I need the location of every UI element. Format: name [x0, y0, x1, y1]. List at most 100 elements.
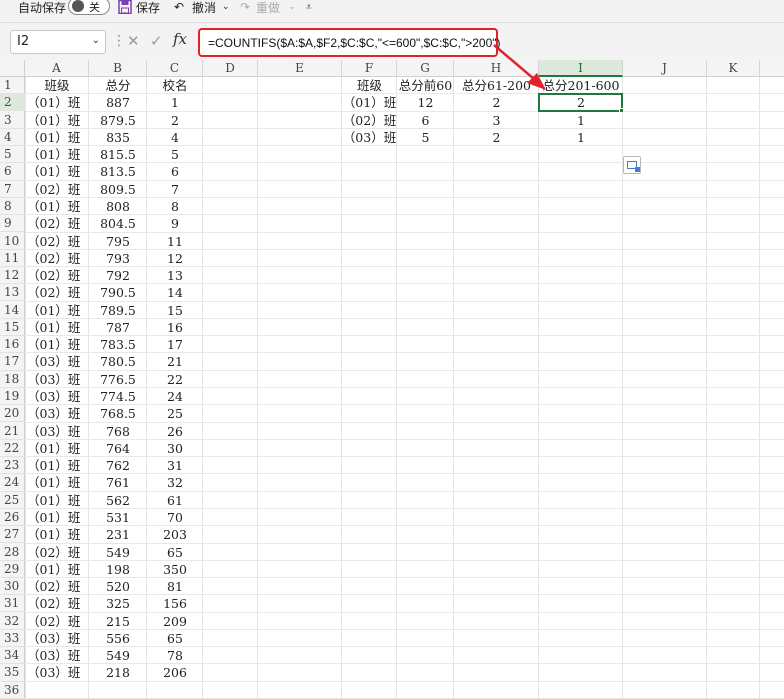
summary-count-cell[interactable]: 5 — [397, 129, 454, 146]
rank-cell[interactable]: 12 — [147, 250, 203, 267]
class-cell[interactable]: （02）班 — [25, 284, 89, 301]
score-cell[interactable]: 761 — [89, 474, 147, 491]
score-cell[interactable]: 780.5 — [89, 353, 147, 370]
column-header-c[interactable]: C — [147, 60, 203, 77]
rank-cell[interactable]: 5 — [147, 146, 203, 163]
class-cell[interactable]: （01）班 — [25, 302, 89, 319]
score-cell[interactable]: 231 — [89, 526, 147, 543]
rank-cell[interactable]: 9 — [147, 215, 203, 232]
summary-class-cell[interactable]: （03）班 — [342, 129, 397, 146]
score-cell[interactable]: 887 — [89, 94, 147, 111]
score-cell[interactable]: 813.5 — [89, 163, 147, 180]
summary-count-cell[interactable]: 1 — [539, 129, 623, 146]
class-cell[interactable]: （01）班 — [25, 146, 89, 163]
more-options-icon[interactable]: ⋮ — [112, 33, 126, 49]
class-cell[interactable]: （02）班 — [25, 215, 89, 232]
row-header[interactable]: 12 — [0, 267, 25, 285]
score-cell[interactable]: 879.5 — [89, 112, 147, 129]
rank-cell[interactable]: 8 — [147, 198, 203, 215]
row-header[interactable]: 14 — [0, 302, 25, 319]
row-header[interactable]: 32 — [0, 613, 25, 630]
row-header[interactable]: 7 — [0, 181, 25, 198]
row-header[interactable]: 5 — [0, 146, 25, 164]
column-header-b[interactable]: B — [89, 60, 147, 77]
confirm-check-icon[interactable]: ✓ — [150, 32, 163, 50]
rank-cell[interactable]: 32 — [147, 474, 203, 491]
redo-icon[interactable]: ↷ — [240, 0, 250, 14]
rank-cell[interactable]: 2 — [147, 112, 203, 129]
worksheet-grid[interactable]: ABCDEFGHIJK 1 2 3 4 5 6 7 8 9 10 11 12 13 14 15 16 17 18 1… — [0, 60, 784, 699]
cell-area[interactable]: 班级 总分 校名 （01）班 887 1 （01）班 879.5 2 （01）班 835 4 （01）班… — [25, 77, 784, 699]
score-cell[interactable]: 789.5 — [89, 302, 147, 319]
rank-cell[interactable]: 1 — [147, 94, 203, 111]
class-cell[interactable]: （01）班 — [25, 319, 89, 336]
score-cell[interactable]: 556 — [89, 630, 147, 647]
class-cell[interactable]: （01）班 — [25, 336, 89, 353]
rank-cell[interactable]: 156 — [147, 595, 203, 612]
rank-cell[interactable]: 81 — [147, 578, 203, 595]
class-cell[interactable]: （03）班 — [25, 630, 89, 647]
chevron-down-icon[interactable]: ⌄ — [92, 35, 100, 46]
row-header[interactable]: 13 — [0, 284, 25, 302]
column-header-j[interactable]: J — [623, 60, 707, 77]
rank-cell[interactable]: 78 — [147, 647, 203, 664]
undo-button[interactable]: 撤消 — [192, 0, 216, 15]
row-header[interactable]: 30 — [0, 578, 25, 596]
row-header[interactable]: 29 — [0, 561, 25, 578]
insert-function-icon[interactable]: fx — [173, 30, 187, 48]
class-cell[interactable]: （03）班 — [25, 647, 89, 664]
summary-header-cell[interactable]: 总分61-200 — [454, 77, 539, 94]
row-header[interactable]: 21 — [0, 423, 25, 440]
class-cell[interactable]: （03）班 — [25, 405, 89, 422]
row-header[interactable]: 3 — [0, 112, 25, 129]
class-cell[interactable]: （03）班 — [25, 423, 89, 440]
rank-cell[interactable]: 17 — [147, 336, 203, 353]
row-header[interactable]: 20 — [0, 405, 25, 423]
row-header[interactable]: 28 — [0, 544, 25, 561]
class-cell[interactable]: （02）班 — [25, 578, 89, 595]
rank-cell[interactable]: 6 — [147, 163, 203, 180]
row-header[interactable]: 33 — [0, 630, 25, 647]
score-cell[interactable]: 531 — [89, 509, 147, 526]
score-cell[interactable]: 793 — [89, 250, 147, 267]
score-cell[interactable]: 809.5 — [89, 181, 147, 198]
class-cell[interactable]: （01）班 — [25, 198, 89, 215]
summary-count-cell[interactable]: 12 — [397, 94, 454, 111]
score-cell[interactable]: 792 — [89, 267, 147, 284]
summary-header-cell[interactable]: 班级 — [342, 77, 397, 94]
class-cell[interactable]: （03）班 — [25, 388, 89, 405]
summary-class-cell[interactable]: （01）班 — [342, 94, 397, 111]
save-icon[interactable] — [118, 0, 132, 14]
class-cell[interactable]: （02）班 — [25, 595, 89, 612]
score-cell[interactable]: 325 — [89, 595, 147, 612]
redo-dropdown-chevron-icon[interactable]: ⌄ — [288, 0, 296, 14]
cancel-icon[interactable]: ✕ — [127, 32, 140, 50]
row-header[interactable]: 24 — [0, 474, 25, 492]
row-header[interactable]: 9 — [0, 215, 25, 233]
summary-header-cell[interactable]: 总分201-600 — [539, 77, 623, 94]
class-cell[interactable]: （01）班 — [25, 163, 89, 180]
rank-cell[interactable]: 4 — [147, 129, 203, 146]
score-cell[interactable]: 787 — [89, 319, 147, 336]
rank-cell[interactable]: 65 — [147, 630, 203, 647]
class-cell[interactable]: （03）班 — [25, 353, 89, 370]
rank-cell[interactable]: 206 — [147, 664, 203, 681]
score-cell[interactable]: 764 — [89, 440, 147, 457]
column-title-cell[interactable]: 校名 — [147, 77, 203, 94]
class-cell[interactable]: （01）班 — [25, 526, 89, 543]
undo-icon[interactable]: ↶ — [174, 0, 184, 14]
rank-cell[interactable]: 13 — [147, 267, 203, 284]
row-header[interactable]: 31 — [0, 595, 25, 613]
score-cell[interactable]: 815.5 — [89, 146, 147, 163]
score-cell[interactable]: 520 — [89, 578, 147, 595]
score-cell[interactable]: 774.5 — [89, 388, 147, 405]
class-cell[interactable]: （03）班 — [25, 371, 89, 388]
column-header-k[interactable]: K — [707, 60, 760, 77]
summary-count-cell[interactable]: 2 — [454, 94, 539, 111]
row-header[interactable]: 11 — [0, 250, 25, 267]
column-header-g[interactable]: G — [397, 60, 454, 77]
rank-cell[interactable]: 22 — [147, 371, 203, 388]
row-header[interactable]: 34 — [0, 647, 25, 665]
rank-cell[interactable]: 31 — [147, 457, 203, 474]
summary-class-cell[interactable]: （02）班 — [342, 112, 397, 129]
